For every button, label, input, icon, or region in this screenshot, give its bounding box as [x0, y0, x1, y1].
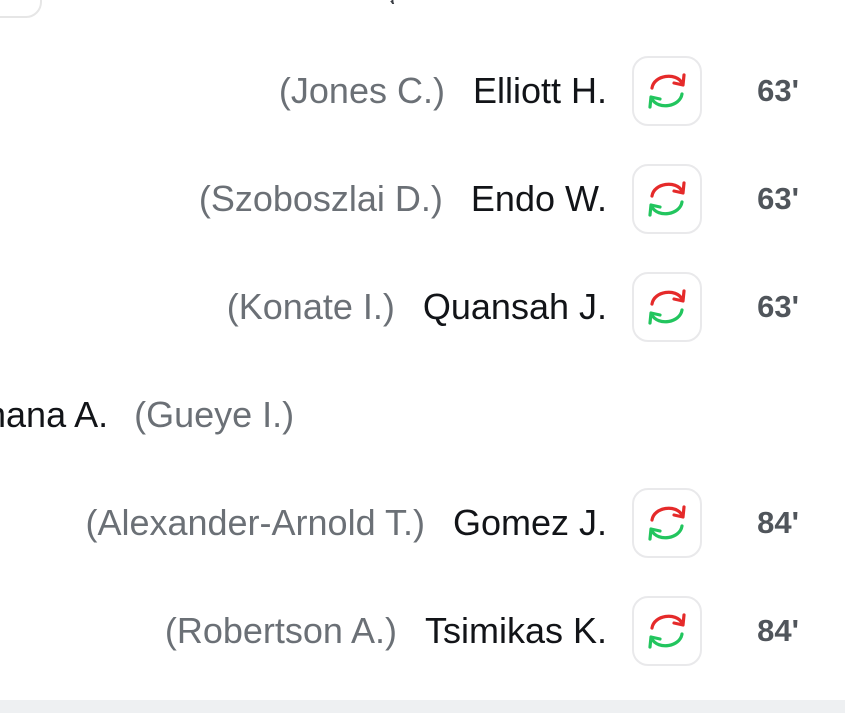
- player-in-name[interactable]: Gomez J.: [453, 502, 607, 544]
- player-out-name[interactable]: (Konate I.): [227, 286, 395, 328]
- cropped-top-text: ( ): [390, 0, 620, 4]
- section-divider: [0, 700, 845, 713]
- substitution-minute: 63': [757, 181, 799, 216]
- player-in-name[interactable]: Tsimikas K.: [425, 610, 607, 652]
- match-summary-panel: ( ) (Jones C.) Elliott H. 63' (Szoboszla…: [0, 0, 845, 713]
- player-out-name[interactable]: (Alexander-Arnold T.): [85, 502, 425, 544]
- substitution-row: (Alexander-Arnold T.) Gomez J. 84': [0, 488, 845, 558]
- player-out-name[interactable]: (Robertson A.): [165, 610, 397, 652]
- substitution-arrows-icon: [632, 596, 702, 666]
- substitution-row: (Robertson A.) Tsimikas K. 84': [0, 596, 845, 666]
- substitution-minute: 84': [757, 613, 799, 648]
- substitution-arrows-icon: [632, 272, 702, 342]
- player-names: (Szoboszlai D.) Endo W.: [199, 164, 607, 234]
- away-substitution-row: hana A. (Gueye I.): [0, 380, 845, 450]
- cropped-top-card: [0, 0, 42, 18]
- player-names: (Alexander-Arnold T.) Gomez J.: [85, 488, 607, 558]
- substitution-arrows-icon: [632, 488, 702, 558]
- substitution-minute: 84': [757, 505, 799, 540]
- substitution-row: (Jones C.) Elliott H. 63': [0, 56, 845, 126]
- player-in-name[interactable]: Elliott H.: [473, 70, 607, 112]
- player-names: (Robertson A.) Tsimikas K.: [165, 596, 607, 666]
- substitution-arrows-icon: [632, 164, 702, 234]
- player-in-name[interactable]: Quansah J.: [423, 286, 607, 328]
- player-in-name[interactable]: Endo W.: [471, 178, 607, 220]
- player-names: (Jones C.) Elliott H.: [279, 56, 607, 126]
- substitution-minute: 63': [757, 73, 799, 108]
- substitution-row: (Konate I.) Quansah J. 63': [0, 272, 845, 342]
- substitution-minute: 63': [757, 289, 799, 324]
- player-names: (Konate I.) Quansah J.: [227, 272, 607, 342]
- substitution-row: (Szoboszlai D.) Endo W. 63': [0, 164, 845, 234]
- player-in-name[interactable]: hana A.: [0, 394, 108, 436]
- player-out-name[interactable]: (Szoboszlai D.): [199, 178, 443, 220]
- player-out-name[interactable]: (Gueye I.): [134, 394, 294, 436]
- player-out-name[interactable]: (Jones C.): [279, 70, 445, 112]
- player-names: hana A. (Gueye I.): [0, 380, 294, 450]
- substitution-arrows-icon: [632, 56, 702, 126]
